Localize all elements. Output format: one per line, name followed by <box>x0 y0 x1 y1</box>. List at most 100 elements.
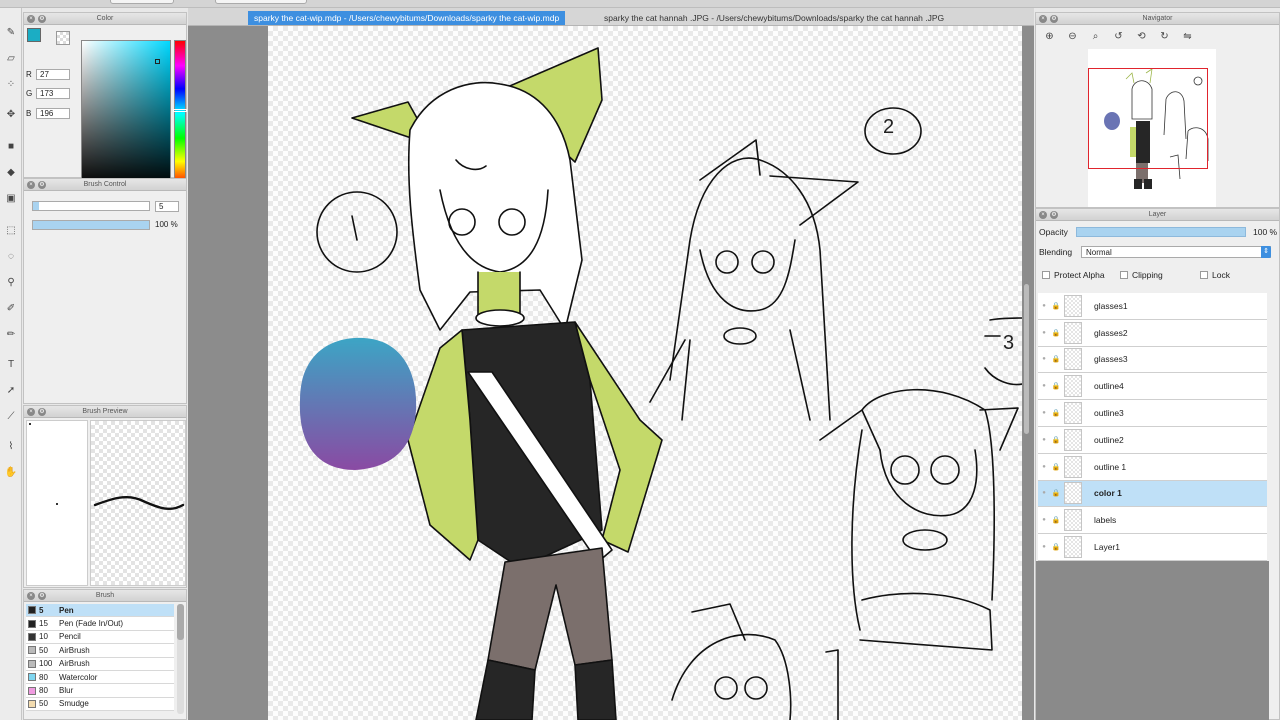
protect-alpha-option[interactable]: Protect Alpha <box>1042 268 1105 282</box>
toolbar-field[interactable] <box>215 0 307 4</box>
blue-value-input[interactable]: 196 <box>36 107 70 119</box>
brush-size-slider[interactable] <box>32 201 150 211</box>
tab-document-2[interactable]: sparky the cat hannah .JPG - /Users/chew… <box>598 11 950 25</box>
layer-row[interactable]: ● 🔒 color 1 <box>1038 480 1267 508</box>
transparent-color-swatch[interactable] <box>56 31 70 45</box>
layer-lock-icon[interactable]: 🔒 <box>1050 409 1062 417</box>
settings-icon[interactable]: ⚙ <box>38 408 46 416</box>
visibility-icon[interactable]: ● <box>1038 544 1050 550</box>
flip-icon[interactable]: ⇋ <box>1180 31 1195 42</box>
visibility-icon[interactable]: ● <box>1038 356 1050 362</box>
hue-slider-handle[interactable] <box>173 109 187 112</box>
scrollbar-thumb[interactable] <box>177 604 184 640</box>
rotate-left-icon[interactable]: ↺ <box>1111 31 1126 42</box>
toolbar-field[interactable] <box>110 0 174 4</box>
close-icon[interactable]: × <box>1039 15 1047 23</box>
layer-row[interactable]: ● 🔒 outline2 <box>1038 426 1267 454</box>
eyedropper-icon[interactable]: ⌇ <box>3 438 19 454</box>
layer-lock-icon[interactable]: 🔒 <box>1050 516 1062 524</box>
zoom-fit-icon[interactable]: ⌕ <box>1088 31 1103 42</box>
close-icon[interactable]: × <box>27 408 35 416</box>
chevron-down-icon[interactable]: ⇕ <box>1261 246 1271 258</box>
layer-lock-icon[interactable]: 🔒 <box>1050 543 1062 551</box>
layer-row[interactable]: ● 🔒 Layer1 <box>1038 534 1267 561</box>
visibility-icon[interactable]: ● <box>1038 330 1050 336</box>
saturation-value-square[interactable] <box>81 40 171 187</box>
layer-row[interactable]: ● 🔒 labels <box>1038 507 1267 535</box>
operation-tool-icon[interactable]: ➚ <box>3 382 19 398</box>
green-value-input[interactable]: 173 <box>36 87 70 99</box>
navigator-view-frame[interactable] <box>1088 68 1208 169</box>
red-value-input[interactable]: 27 <box>36 68 70 80</box>
color-picker-cursor[interactable] <box>155 59 160 64</box>
brush-list-scrollbar[interactable] <box>177 604 184 714</box>
lock-option[interactable]: Lock <box>1200 268 1230 282</box>
visibility-icon[interactable]: ● <box>1038 517 1050 523</box>
hue-slider[interactable] <box>173 40 187 187</box>
visibility-icon[interactable]: ● <box>1038 410 1050 416</box>
eraser-tool-icon[interactable]: ▱ <box>3 50 19 66</box>
brush-item[interactable]: 50 AirBrush <box>26 644 174 658</box>
settings-icon[interactable]: ⚙ <box>38 181 46 189</box>
layer-row[interactable]: ● 🔒 outline 1 <box>1038 453 1267 481</box>
drawing-canvas[interactable]: 2 3 <box>268 26 1022 720</box>
select-rect-icon[interactable]: ⬚ <box>3 222 19 238</box>
rotate-right-icon[interactable]: ↻ <box>1157 31 1172 42</box>
text-tool-icon[interactable]: T <box>3 356 19 372</box>
layer-opacity-slider[interactable] <box>1076 227 1246 237</box>
divide-tool-icon[interactable]: ⟋ <box>3 408 19 424</box>
zoom-out-icon[interactable]: ⊖ <box>1065 31 1080 42</box>
bucket-tool-icon[interactable]: ◆ <box>3 164 19 180</box>
pen-tool-icon[interactable]: ✎ <box>3 24 19 40</box>
dot-tool-icon[interactable]: ⁘ <box>3 76 19 92</box>
close-icon[interactable]: × <box>1039 211 1047 219</box>
visibility-icon[interactable]: ● <box>1038 303 1050 309</box>
select-eraser-icon[interactable]: ✏ <box>3 326 19 342</box>
tab-document-1[interactable]: sparky the cat-wip.mdp - /Users/chewybit… <box>248 11 566 25</box>
foreground-color-swatch[interactable] <box>27 28 41 42</box>
brush-item[interactable]: 10 Pencil <box>26 630 174 645</box>
close-icon[interactable]: × <box>27 592 35 600</box>
move-tool-icon[interactable]: ✥ <box>3 106 19 122</box>
select-pen-icon[interactable]: ✐ <box>3 300 19 316</box>
lock-checkbox[interactable] <box>1200 271 1208 279</box>
brush-item[interactable]: 100 AirBrush <box>26 657 174 671</box>
blending-mode-select[interactable]: Normal ⇕ <box>1081 246 1271 258</box>
visibility-icon[interactable]: ● <box>1038 490 1050 496</box>
layer-lock-icon[interactable]: 🔒 <box>1050 489 1062 497</box>
layer-lock-icon[interactable]: 🔒 <box>1050 355 1062 363</box>
layer-lock-icon[interactable]: 🔒 <box>1050 463 1062 471</box>
brush-item[interactable]: 5 Pen <box>26 604 174 618</box>
visibility-icon[interactable]: ● <box>1038 464 1050 470</box>
clipping-checkbox[interactable] <box>1120 271 1128 279</box>
layer-lock-icon[interactable]: 🔒 <box>1050 382 1062 390</box>
brush-item[interactable]: 80 Blur <box>26 684 174 698</box>
brush-item[interactable]: 15 Pen (Fade In/Out) <box>26 617 174 631</box>
fill-tool-icon[interactable]: ■ <box>3 138 19 154</box>
clipping-option[interactable]: Clipping <box>1120 268 1163 282</box>
settings-icon[interactable]: ⚙ <box>1050 211 1058 219</box>
layer-lock-icon[interactable]: 🔒 <box>1050 302 1062 310</box>
rotate-reset-icon[interactable]: ⟲ <box>1134 31 1149 42</box>
brush-size-input[interactable]: 5 <box>155 201 179 212</box>
visibility-icon[interactable]: ● <box>1038 383 1050 389</box>
protect-alpha-checkbox[interactable] <box>1042 271 1050 279</box>
layer-lock-icon[interactable]: 🔒 <box>1050 329 1062 337</box>
layer-row[interactable]: ● 🔒 outline4 <box>1038 373 1267 401</box>
settings-icon[interactable]: ⚙ <box>38 15 46 23</box>
brush-item[interactable]: 50 Smudge <box>26 697 174 712</box>
brush-opacity-slider[interactable] <box>32 220 150 230</box>
layer-lock-icon[interactable]: 🔒 <box>1050 436 1062 444</box>
layer-row[interactable]: ● 🔒 glasses3 <box>1038 346 1267 374</box>
lasso-icon[interactable]: ◌ <box>3 248 19 264</box>
magic-wand-icon[interactable]: ⚲ <box>3 274 19 290</box>
settings-icon[interactable]: ⚙ <box>1050 15 1058 23</box>
layer-row[interactable]: ● 🔒 outline3 <box>1038 400 1267 427</box>
close-icon[interactable]: × <box>27 181 35 189</box>
settings-icon[interactable]: ⚙ <box>38 592 46 600</box>
layer-row[interactable]: ● 🔒 glasses2 <box>1038 319 1267 347</box>
layer-row[interactable]: ● 🔒 glasses1 <box>1038 293 1267 320</box>
close-icon[interactable]: × <box>27 15 35 23</box>
canvas-vertical-scrollbar[interactable] <box>1024 284 1029 434</box>
brush-item[interactable]: 80 Watercolor <box>26 670 174 685</box>
